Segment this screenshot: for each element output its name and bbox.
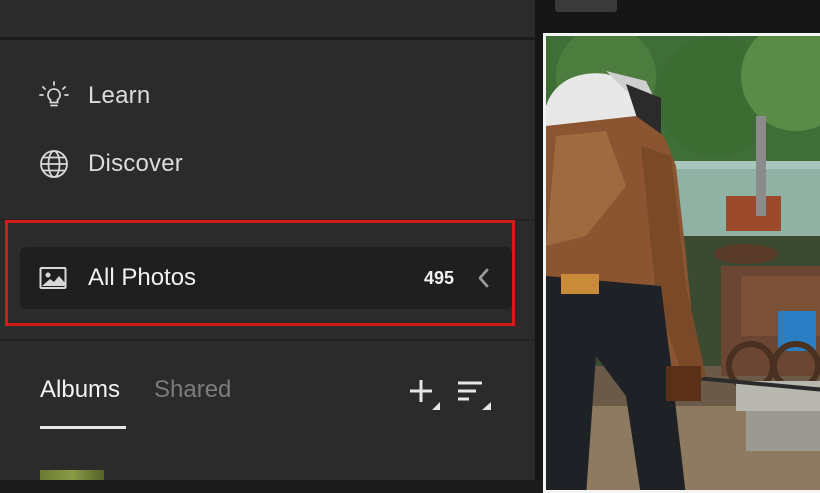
sidebar: Learn Discover All Photos 495 Albums Sha…: [0, 0, 535, 480]
divider: [0, 339, 535, 341]
photo-grid: [535, 0, 820, 493]
sort-icon[interactable]: [456, 376, 491, 412]
highlight-box: [5, 220, 515, 326]
sidebar-item-label: Discover: [88, 150, 183, 177]
sidebar-item-label: Learn: [88, 82, 151, 109]
tab-albums[interactable]: Albums: [40, 376, 120, 404]
photo-thumbnail[interactable]: [543, 33, 820, 493]
tab-shared[interactable]: Shared: [154, 376, 231, 404]
plus-icon[interactable]: [408, 376, 442, 412]
divider: [0, 37, 535, 40]
sidebar-top-strip: [0, 0, 535, 38]
sidebar-item-learn[interactable]: Learn: [38, 76, 150, 116]
album-thumbnail[interactable]: [40, 470, 104, 480]
sidebar-item-discover[interactable]: Discover: [38, 144, 183, 184]
lightbulb-icon: [38, 80, 70, 112]
globe-icon: [38, 148, 70, 180]
tab-active-indicator: [40, 426, 126, 429]
toolbar-button[interactable]: [555, 0, 617, 12]
